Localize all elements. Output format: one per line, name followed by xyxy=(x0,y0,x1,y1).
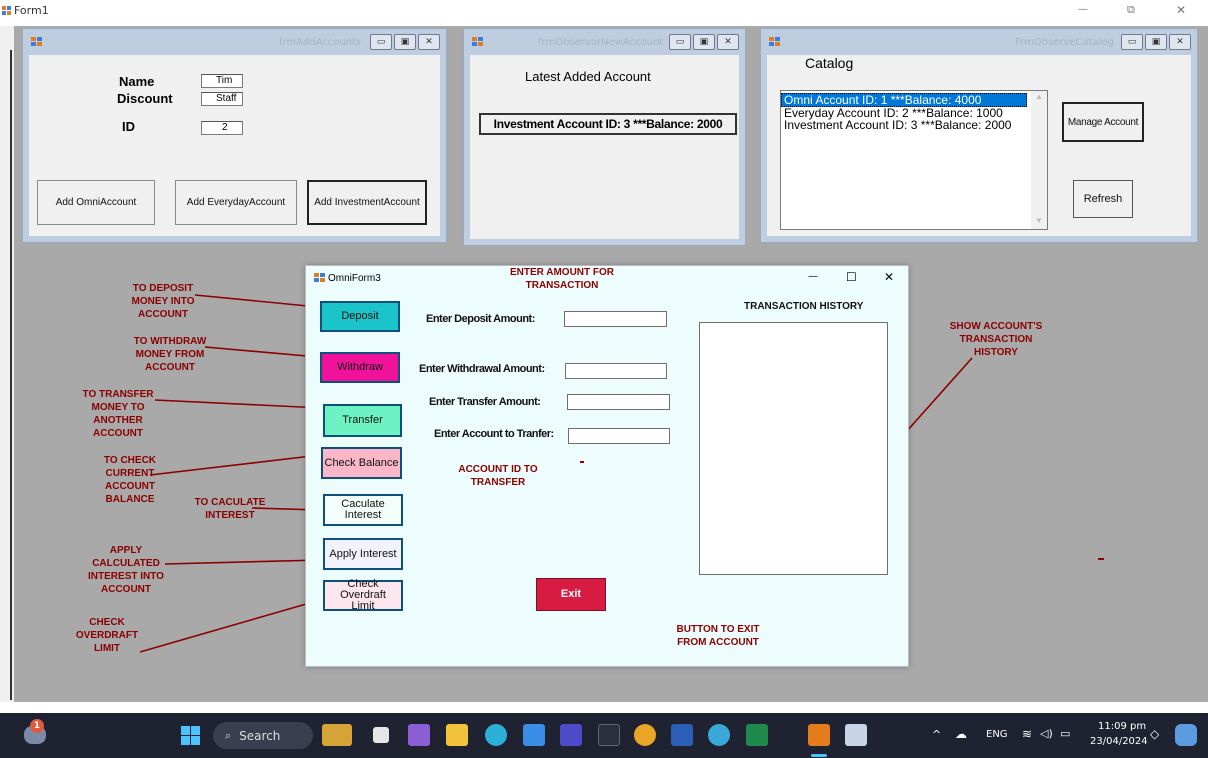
withdrawal-amount-label: Enter Withdrawal Amount: xyxy=(419,363,545,375)
omni-title: OmniForm3 xyxy=(328,273,381,284)
winforms-app-icon[interactable] xyxy=(808,724,830,746)
deposit-amount-label: Enter Deposit Amount: xyxy=(426,313,535,325)
exit-annotation: BUTTON TO EXIT FROM ACCOUNT xyxy=(676,624,760,648)
check-balance-annotation: TO CHECK CURRENT ACCOUNT BALANCE xyxy=(103,455,157,505)
language-indicator[interactable]: ENG xyxy=(986,729,1008,740)
window-icon xyxy=(314,273,325,283)
app-icon[interactable] xyxy=(708,724,730,746)
copilot-icon[interactable] xyxy=(1175,724,1197,746)
omni-minimize-button[interactable]: — xyxy=(808,271,818,282)
notification-bell-icon[interactable]: ◇ xyxy=(1150,727,1159,741)
overdraft-arrow xyxy=(139,599,321,653)
check-overdraft-button[interactable]: Check Overdraft Limit xyxy=(323,579,403,612)
account-id-annotation: ACCOUNT ID TO TRANSFER xyxy=(458,464,538,488)
withdraw-arrow xyxy=(204,346,319,358)
apply-annotation: APPLY CALCULATED INTEREST INTO ACCOUNT xyxy=(88,545,164,595)
omni-maximize-button[interactable]: ☐ xyxy=(846,270,857,284)
amount-annotation: ENTER AMOUNT FOR TRANSACTION xyxy=(509,267,615,291)
omni-close-button[interactable]: ✕ xyxy=(884,270,894,284)
deposit-arrow xyxy=(194,294,319,308)
file-explorer-icon[interactable] xyxy=(446,724,468,746)
edge-icon[interactable] xyxy=(485,724,507,746)
chrome-icon[interactable] xyxy=(634,724,656,746)
deposit-button[interactable]: Deposit xyxy=(320,301,400,332)
search-label: Search xyxy=(239,728,281,743)
withdraw-annotation: TO WITHDRAW MONEY FROM ACCOUNT xyxy=(133,336,207,373)
overdraft-annotation: CHECK OVERDRAFT LIMIT xyxy=(75,617,139,654)
notification-badge: 1 xyxy=(30,719,44,733)
word-icon[interactable] xyxy=(671,724,693,746)
wifi-icon[interactable]: ≋ xyxy=(1022,727,1032,741)
calculate-interest-button[interactable]: Caculate Interest xyxy=(323,494,403,526)
history-title: TRANSACTION HISTORY xyxy=(744,301,864,312)
battery-icon[interactable]: ▭ xyxy=(1060,727,1070,740)
transfer-button[interactable]: Transfer xyxy=(323,404,402,437)
chevron-up-icon[interactable]: ^ xyxy=(932,728,941,741)
withdrawal-amount-input[interactable] xyxy=(565,363,667,379)
taskbar: 1 ⌕ Search ^ ☁ ENG ≋ ◁) ▭ 11:09 pm 23/04… xyxy=(0,713,1208,758)
withdraw-button[interactable]: Withdraw xyxy=(320,352,400,383)
widgets-icon[interactable] xyxy=(322,724,352,746)
visual-studio-icon[interactable] xyxy=(408,724,430,746)
transaction-history-listbox[interactable] xyxy=(699,322,888,575)
search-icon: ⌕ xyxy=(225,728,232,742)
transfer-amount-input[interactable] xyxy=(567,394,670,410)
apply-arrow xyxy=(164,559,323,565)
transfer-annotation: TO TRANSFER MONEY TO ANOTHER ACCOUNT xyxy=(82,389,154,439)
clock-date[interactable]: 23/04/2024 xyxy=(1090,736,1148,747)
calculate-annotation: TO CACULATE INTEREST xyxy=(194,497,266,521)
taskbar-search-box[interactable]: ⌕ Search xyxy=(213,722,313,749)
active-app-indicator xyxy=(811,754,827,757)
volume-icon[interactable]: ◁) xyxy=(1040,727,1053,740)
omni-form-window: OmniForm3 — ☐ ✕ Deposit Withdraw Transfe… xyxy=(305,265,909,667)
deposit-amount-input[interactable] xyxy=(564,311,667,327)
windows-start-icon[interactable] xyxy=(181,726,200,745)
store-icon[interactable] xyxy=(523,724,545,746)
app-icon[interactable] xyxy=(845,724,867,746)
excel-icon[interactable] xyxy=(746,724,768,746)
deposit-annotation: TO DEPOSIT MONEY INTO ACCOUNT xyxy=(131,283,195,320)
history-annotation: SHOW ACCOUNT'S TRANSACTION HISTORY xyxy=(949,321,1043,358)
onedrive-icon[interactable]: ☁ xyxy=(955,727,967,741)
transfer-account-input[interactable] xyxy=(568,428,670,444)
transfer-amount-label: Enter Transfer Amount: xyxy=(429,396,541,408)
transfer-arrow xyxy=(154,399,323,409)
app-icon[interactable] xyxy=(560,724,582,746)
check-balance-arrow xyxy=(149,454,321,476)
stray-dash xyxy=(580,461,584,463)
apply-interest-button[interactable]: Apply Interest xyxy=(323,538,403,570)
check-balance-button[interactable]: Check Balance xyxy=(321,447,402,479)
clock-time[interactable]: 11:09 pm xyxy=(1098,721,1146,732)
terminal-icon[interactable] xyxy=(598,724,620,746)
exit-button[interactable]: Exit xyxy=(536,578,606,611)
transfer-account-label: Enter Account to Tranfer: xyxy=(434,428,554,440)
task-view-icon[interactable] xyxy=(373,727,389,743)
stray-dash-right xyxy=(1098,558,1104,560)
